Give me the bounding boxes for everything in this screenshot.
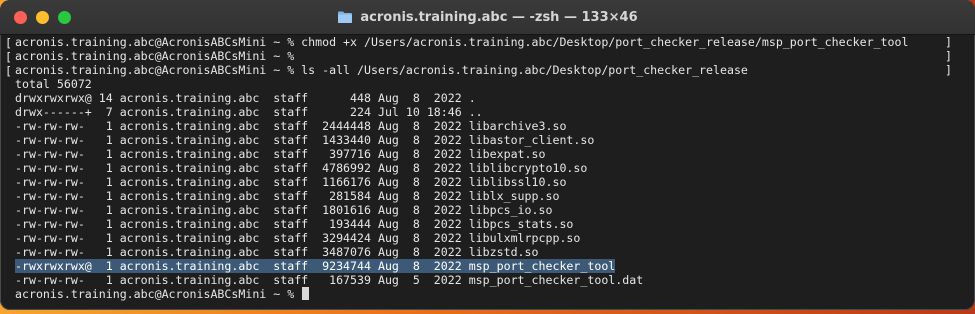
- terminal-line: drwxrwxrwx@ 14 acronis.training.abc staf…: [15, 91, 975, 105]
- terminal-line: -rwxrwxrwx@ 1 acronis.training.abc staff…: [15, 259, 975, 273]
- line-text: -rw-rw-rw- 1 acronis.training.abc staff …: [15, 133, 595, 147]
- line-text: -rw-rw-rw- 1 acronis.training.abc staff …: [15, 203, 553, 217]
- line-text: -rw-rw-rw- 1 acronis.training.abc staff …: [15, 161, 588, 175]
- line-text: -rw-rw-rw- 1 acronis.training.abc staff …: [15, 245, 539, 259]
- line-text: drwx------+ 7 acronis.training.abc staff…: [15, 105, 483, 119]
- line-mark-open: [: [5, 50, 12, 64]
- line-text: -rw-rw-rw- 1 acronis.training.abc staff …: [15, 175, 567, 189]
- folder-icon: [338, 11, 353, 23]
- line-text: total 56072: [15, 77, 92, 91]
- terminal-line: total 56072: [15, 77, 975, 91]
- terminal-line: -rw-rw-rw- 1 acronis.training.abc staff …: [15, 203, 975, 217]
- terminal-line: [acronis.training.abc@AcronisABCsMini ~ …: [5, 49, 975, 64]
- line-mark-close: ]: [945, 49, 952, 63]
- terminal-line: -rw-rw-rw- 1 acronis.training.abc staff …: [15, 175, 975, 189]
- line-text: acronis.training.abc@AcronisABCsMini ~ %: [15, 49, 302, 63]
- line-text: -rw-rw-rw- 1 acronis.training.abc staff …: [15, 231, 581, 245]
- terminal-line: -rw-rw-rw- 1 acronis.training.abc staff …: [15, 217, 975, 231]
- line-text: acronis.training.abc@AcronisABCsMini ~ %…: [15, 63, 748, 77]
- line-mark-open: [: [5, 64, 12, 78]
- line-text: -rw-rw-rw- 1 acronis.training.abc staff …: [15, 273, 644, 287]
- line-text: acronis.training.abc@AcronisABCsMini ~ %: [15, 287, 302, 301]
- line-mark-close: ]: [945, 63, 952, 77]
- terminal-line: [acronis.training.abc@AcronisABCsMini ~ …: [5, 63, 975, 78]
- terminal-line: -rw-rw-rw- 1 acronis.training.abc staff …: [15, 147, 975, 161]
- terminal-line: -rw-rw-rw- 1 acronis.training.abc staff …: [15, 273, 975, 287]
- line-text: -rw-rw-rw- 1 acronis.training.abc staff …: [15, 189, 560, 203]
- terminal-line: -rw-rw-rw- 1 acronis.training.abc staff …: [15, 245, 975, 259]
- scrollbar[interactable]: [967, 35, 975, 310]
- terminal-line: acronis.training.abc@AcronisABCsMini ~ %: [15, 287, 975, 301]
- terminal-line: -rw-rw-rw- 1 acronis.training.abc staff …: [15, 189, 975, 203]
- line-text: drwxrwxrwx@ 14 acronis.training.abc staf…: [15, 91, 476, 105]
- title-bar[interactable]: acronis.training.abc — -zsh — 133×46: [0, 0, 975, 35]
- terminal-line: -rw-rw-rw- 1 acronis.training.abc staff …: [15, 231, 975, 245]
- terminal-line: drwx------+ 7 acronis.training.abc staff…: [15, 105, 975, 119]
- line-mark-open: [: [5, 36, 12, 50]
- terminal-line: -rw-rw-rw- 1 acronis.training.abc staff …: [15, 119, 975, 133]
- terminal-output[interactable]: [acronis.training.abc@AcronisABCsMini ~ …: [0, 35, 975, 310]
- terminal-line: -rw-rw-rw- 1 acronis.training.abc staff …: [15, 133, 975, 147]
- line-text: -rw-rw-rw- 1 acronis.training.abc staff …: [15, 119, 567, 133]
- line-text: acronis.training.abc@AcronisABCsMini ~ %…: [15, 35, 909, 49]
- line-text: -rw-rw-rw- 1 acronis.training.abc staff …: [15, 217, 574, 231]
- window-title-group: acronis.training.abc — -zsh — 133×46: [0, 0, 975, 34]
- terminal-line: -rw-rw-rw- 1 acronis.training.abc staff …: [15, 161, 975, 175]
- text-cursor: [302, 287, 310, 300]
- line-text: -rw-rw-rw- 1 acronis.training.abc staff …: [15, 147, 546, 161]
- selected-line-text: -rwxrwxrwx@ 1 acronis.training.abc staff…: [15, 259, 616, 273]
- terminal-window: acronis.training.abc — -zsh — 133×46 [ac…: [0, 0, 975, 310]
- line-mark-close: ]: [945, 35, 952, 49]
- window-title: acronis.training.abc — -zsh — 133×46: [360, 9, 638, 25]
- terminal-line: [acronis.training.abc@AcronisABCsMini ~ …: [5, 35, 975, 50]
